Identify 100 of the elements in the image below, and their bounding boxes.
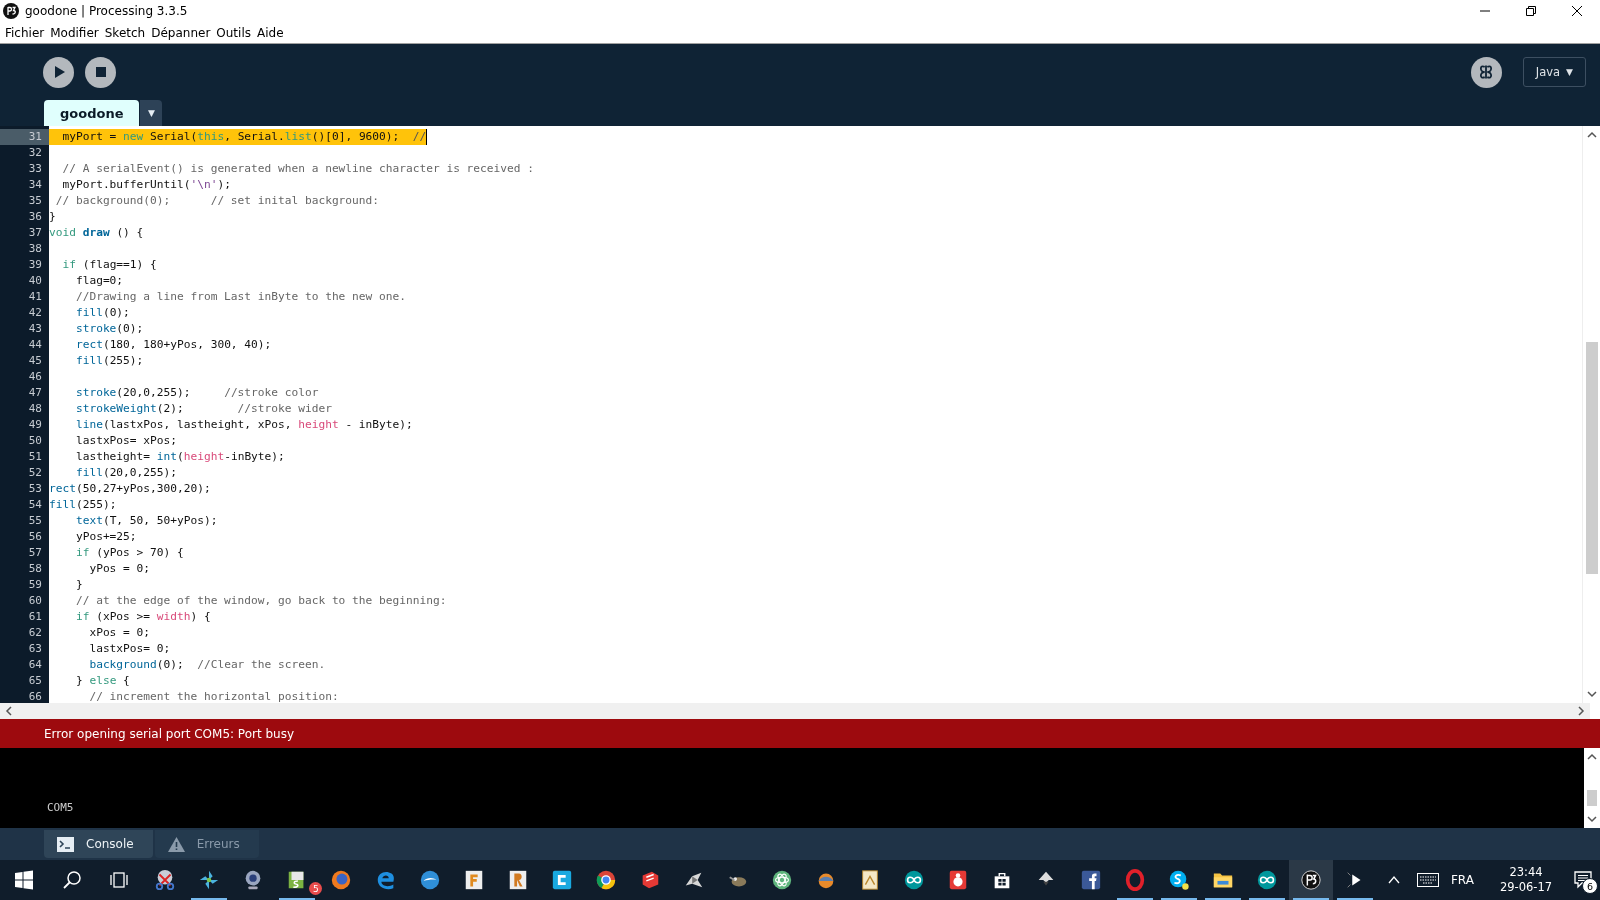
scrollbar-thumb[interactable]	[1587, 790, 1597, 806]
tab-menu-button[interactable]: ▼	[140, 100, 163, 126]
menu-item[interactable]: Aide	[254, 25, 287, 40]
start-icon[interactable]	[13, 870, 34, 890]
stop-button[interactable]	[85, 56, 116, 88]
line-number: 65	[27, 673, 43, 689]
run-button[interactable]	[43, 56, 74, 88]
code-line: if (yPos > 70) {	[74, 545, 184, 561]
menu-item[interactable]: Fichier	[2, 25, 48, 40]
code-line: stroke(20,0,255); //stroke color	[74, 385, 319, 401]
line-number: 54	[27, 497, 43, 513]
console-tab[interactable]: Erreurs	[154, 830, 259, 858]
line-number: 45	[27, 353, 43, 369]
line-number: 59	[27, 577, 43, 593]
chevron-right-icon[interactable]	[1576, 706, 1586, 716]
code-line: // at the edge of the window, go back to the beginning:	[74, 593, 447, 609]
taskbar-button[interactable]	[1288, 860, 1333, 900]
code-line: rect(50,27+yPos,300,20);	[49, 481, 211, 497]
clock-date[interactable]: 29-06-17	[1499, 880, 1553, 895]
line-number: 51	[27, 449, 43, 465]
line-number: 46	[27, 369, 43, 385]
code-line: //Drawing a line from Last inByte to the new one.	[74, 289, 406, 305]
line-number: 39	[27, 257, 43, 273]
chevron-left-icon[interactable]	[4, 706, 14, 716]
console-output: COM5	[47, 801, 75, 814]
scrollbar-thumb[interactable]	[1585, 342, 1598, 574]
code-line: if (flag==1) {	[61, 257, 157, 273]
keyboard-icon[interactable]	[1416, 873, 1439, 887]
line-number: 41	[27, 289, 43, 305]
code-line: fill(0);	[74, 305, 130, 321]
taskbar-button[interactable]: 5	[275, 860, 320, 900]
menu-item[interactable]: Modifier	[47, 25, 102, 40]
menu-item[interactable]: Outils	[213, 25, 254, 40]
code-line: fill(255);	[49, 497, 117, 513]
code-line: fill(20,0,255);	[74, 465, 177, 481]
code-line: flag=0;	[74, 273, 124, 289]
app-logo-icon[interactable]	[1299, 869, 1322, 891]
line-number: 56	[27, 529, 43, 545]
line-number: 36	[27, 209, 43, 225]
close-icon[interactable]	[1571, 5, 1583, 17]
line-number: 40	[27, 273, 43, 289]
line-number: 35	[27, 193, 43, 209]
code-line: }	[49, 209, 56, 225]
terminal-icon	[57, 836, 74, 852]
code-line: stroke(0);	[74, 321, 144, 337]
line-number: 49	[27, 417, 43, 433]
code-line: // A serialEvent() is generated when a newline character is received :	[61, 161, 534, 177]
code-line: xPos = 0;	[88, 625, 151, 641]
code-line: background(0); //Clear the screen.	[88, 657, 326, 673]
menu-item[interactable]: Dépanner	[148, 25, 214, 40]
line-number: 55	[27, 513, 43, 529]
code-line: text(T, 50, 50+yPos);	[74, 513, 218, 529]
wheel-icon[interactable]	[594, 869, 617, 891]
task-view-icon[interactable]	[109, 870, 130, 890]
restore-icon[interactable]	[1525, 5, 1537, 17]
code-line: fill(255);	[74, 353, 144, 369]
line-number: 42	[27, 305, 43, 321]
chevron-up-icon[interactable]	[1587, 752, 1597, 762]
notification-icon[interactable]	[1574, 871, 1593, 889]
line-number: 33	[27, 161, 43, 177]
console-tab[interactable]: Console	[44, 830, 153, 858]
debugger-button[interactable]	[1470, 56, 1502, 88]
line-number: 62	[27, 625, 43, 641]
code-line: } else {	[74, 673, 130, 689]
ring-icon[interactable]	[1123, 869, 1146, 891]
chevron-up-icon[interactable]	[1586, 130, 1597, 140]
language-indicator[interactable]: FRA	[1450, 873, 1474, 887]
horizontal-scrollbar[interactable]	[0, 703, 1590, 719]
search-icon[interactable]	[61, 870, 82, 890]
bird-icon[interactable]	[418, 869, 441, 891]
notification-badge: 5	[309, 882, 323, 895]
chevron-down-icon[interactable]	[1586, 689, 1597, 699]
clock-time[interactable]: 23:44	[1509, 865, 1543, 880]
window-title: goodone | Processing 3.3.5	[25, 4, 189, 18]
code-line: if (xPos >= width) {	[74, 609, 211, 625]
menu-item[interactable]: Sketch	[101, 25, 149, 40]
code-line: // background(0); // set inital background:	[54, 193, 380, 209]
editor-tab[interactable]: goodone	[44, 100, 140, 126]
atom-icon[interactable]	[771, 869, 794, 891]
infinity-icon[interactable]	[903, 869, 926, 891]
code-line: rect(180, 180+yPos, 300, 40);	[74, 337, 272, 353]
line-number: 57	[27, 545, 43, 561]
warning-icon	[167, 836, 185, 852]
line-number: 63	[27, 641, 43, 657]
mode-button[interactable]: Java ▼	[1522, 57, 1586, 87]
letter-f-icon[interactable]	[1079, 869, 1102, 891]
scissors-icon[interactable]	[154, 869, 177, 891]
code-line: lastxPos= 0;	[88, 641, 171, 657]
chevron-down-icon[interactable]	[1587, 814, 1597, 824]
letter-tile-icon[interactable]	[550, 869, 573, 891]
fox-globe-icon[interactable]	[330, 869, 353, 891]
line-number: 38	[27, 241, 43, 257]
letter-s-icon[interactable]	[1167, 869, 1190, 891]
line-number: 37	[27, 225, 43, 241]
line-number: 34	[27, 177, 43, 193]
line-number: 66	[27, 689, 43, 705]
infinity-icon[interactable]	[1255, 869, 1278, 891]
line-number: 31	[0, 129, 49, 145]
line-number: 43	[27, 321, 43, 337]
app-logo-icon	[3, 3, 19, 19]
